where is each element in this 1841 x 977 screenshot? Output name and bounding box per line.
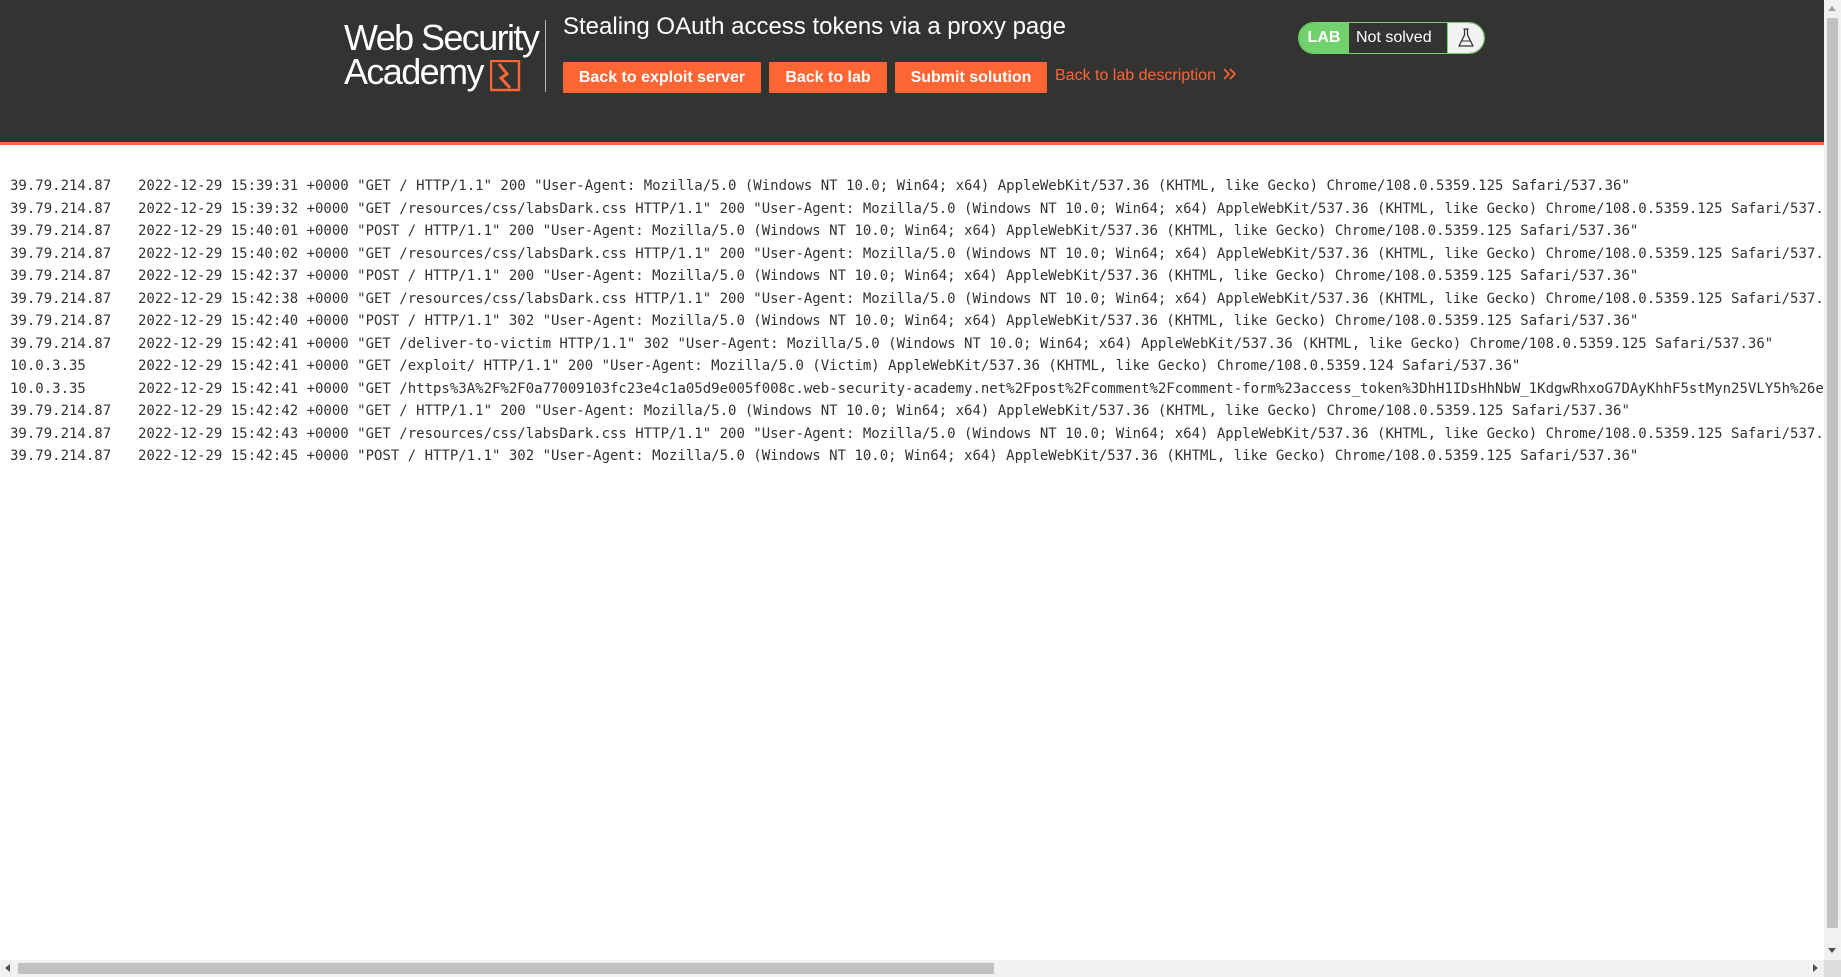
log-row: 39.79.214.87 2022-12-29 15:39:31 +0000 "G… — [10, 175, 1824, 198]
logo-line-2: Academy — [344, 51, 484, 92]
log-entry: 2022-12-29 15:39:32 +0000 "GET /resource… — [138, 200, 1824, 217]
log-row: 39.79.214.87 2022-12-29 15:42:45 +0000 "P… — [10, 445, 1824, 468]
scroll-left-arrow-icon[interactable] — [5, 964, 10, 972]
bolt-icon — [490, 60, 521, 92]
log-entry: 2022-12-29 15:40:02 +0000 "GET /resource… — [138, 245, 1824, 262]
log-entry: 2022-12-29 15:42:42 +0000 "GET / HTTP/1.… — [138, 403, 1630, 419]
log-entry: 2022-12-29 15:42:40 +0000 "POST / HTTP/1… — [138, 313, 1639, 329]
lab-badge: LAB — [1299, 23, 1349, 53]
horizontal-scrollbar[interactable] — [0, 960, 1824, 977]
scroll-down-arrow-icon[interactable] — [1828, 948, 1836, 953]
logo-divider — [545, 20, 546, 92]
log-entry: 2022-12-29 15:42:41 +0000 "GET /https%3A… — [138, 380, 1824, 397]
flask-icon-container — [1447, 23, 1484, 53]
log-row: 39.79.214.87 2022-12-29 15:42:43 +0000 "G… — [10, 423, 1824, 446]
log-ip: 39.79.214.87 — [10, 245, 112, 262]
back-to-lab-button[interactable]: Back to lab — [769, 62, 887, 93]
back-to-exploit-server-button[interactable]: Back to exploit server — [563, 62, 761, 93]
back-to-lab-description-link[interactable]: Back to lab description — [1055, 67, 1238, 85]
scroll-up-arrow-icon[interactable] — [1828, 6, 1836, 11]
log-row: 10.0.3.35 2022-12-29 15:42:41 +0000 "GET … — [10, 378, 1824, 401]
log-entry: 2022-12-29 15:39:31 +0000 "GET / HTTP/1.… — [138, 178, 1630, 194]
log-ip: 39.79.214.87 — [10, 335, 112, 352]
vertical-scrollbar[interactable] — [1824, 0, 1841, 960]
log-row: 39.79.214.87 2022-12-29 15:40:02 +0000 "G… — [10, 243, 1824, 266]
log-row: 39.79.214.87 2022-12-29 15:39:32 +0000 "G… — [10, 198, 1824, 221]
log-ip: 39.79.214.87 — [10, 313, 112, 329]
log-ip: 39.79.214.87 — [10, 178, 112, 194]
flask-icon — [1458, 28, 1474, 47]
log-row: 39.79.214.87 2022-12-29 15:42:40 +0000 "P… — [10, 310, 1824, 333]
double-chevron-right-icon — [1223, 68, 1237, 80]
horizontal-scroll-thumb[interactable] — [18, 963, 994, 974]
access-log: 39.79.214.87 2022-12-29 15:39:31 +0000 "G… — [10, 175, 1824, 468]
log-ip: 39.79.214.87 — [10, 290, 112, 307]
log-ip: 10.0.3.35 — [10, 380, 86, 397]
log-ip: 39.79.214.87 — [10, 448, 112, 464]
log-entry: 2022-12-29 15:42:45 +0000 "POST / HTTP/1… — [138, 448, 1639, 464]
log-entry: 2022-12-29 15:42:38 +0000 "GET /resource… — [138, 290, 1824, 307]
web-security-academy-logo[interactable]: Web Security Academy — [344, 18, 544, 94]
log-ip: 10.0.3.35 — [10, 358, 86, 374]
log-ip: 39.79.214.87 — [10, 223, 112, 239]
lab-status-text: Not solved — [1356, 29, 1432, 46]
log-row: 39.79.214.87 2022-12-29 15:42:41 +0000 "G… — [10, 333, 1824, 356]
scroll-right-arrow-icon[interactable] — [1813, 964, 1818, 972]
lab-title: Stealing OAuth access tokens via a proxy… — [563, 13, 1066, 40]
back-to-lab-description-label: Back to lab description — [1055, 67, 1216, 84]
vertical-scroll-thumb[interactable] — [1827, 18, 1838, 928]
log-ip: 39.79.214.87 — [10, 425, 112, 442]
lab-status-widget: LAB Not solved — [1298, 22, 1485, 54]
log-entry: 2022-12-29 15:42:41 +0000 "GET /deliver-… — [138, 335, 1774, 352]
log-row: 39.79.214.87 2022-12-29 15:42:42 +0000 "G… — [10, 400, 1824, 423]
log-entry: 2022-12-29 15:42:37 +0000 "POST / HTTP/1… — [138, 268, 1639, 284]
log-row: 10.0.3.35 2022-12-29 15:42:41 +0000 "GET … — [10, 355, 1824, 378]
log-ip: 39.79.214.87 — [10, 268, 112, 284]
log-row: 39.79.214.87 2022-12-29 15:40:01 +0000 "P… — [10, 220, 1824, 243]
browser-viewport: Web Security Academy Stealing OAuth acce… — [0, 0, 1824, 960]
academy-header: Web Security Academy Stealing OAuth acce… — [0, 0, 1824, 145]
log-row: 39.79.214.87 2022-12-29 15:42:38 +0000 "G… — [10, 288, 1824, 311]
log-entry: 2022-12-29 15:40:01 +0000 "POST / HTTP/1… — [138, 223, 1639, 239]
log-ip: 39.79.214.87 — [10, 200, 112, 217]
log-row: 39.79.214.87 2022-12-29 15:42:37 +0000 "P… — [10, 265, 1824, 288]
scrollbar-corner — [1824, 960, 1841, 977]
log-entry: 2022-12-29 15:42:41 +0000 "GET /exploit/… — [138, 358, 1521, 374]
submit-solution-button[interactable]: Submit solution — [895, 62, 1047, 93]
log-ip: 39.79.214.87 — [10, 403, 112, 419]
log-entry: 2022-12-29 15:42:43 +0000 "GET /resource… — [138, 425, 1824, 442]
